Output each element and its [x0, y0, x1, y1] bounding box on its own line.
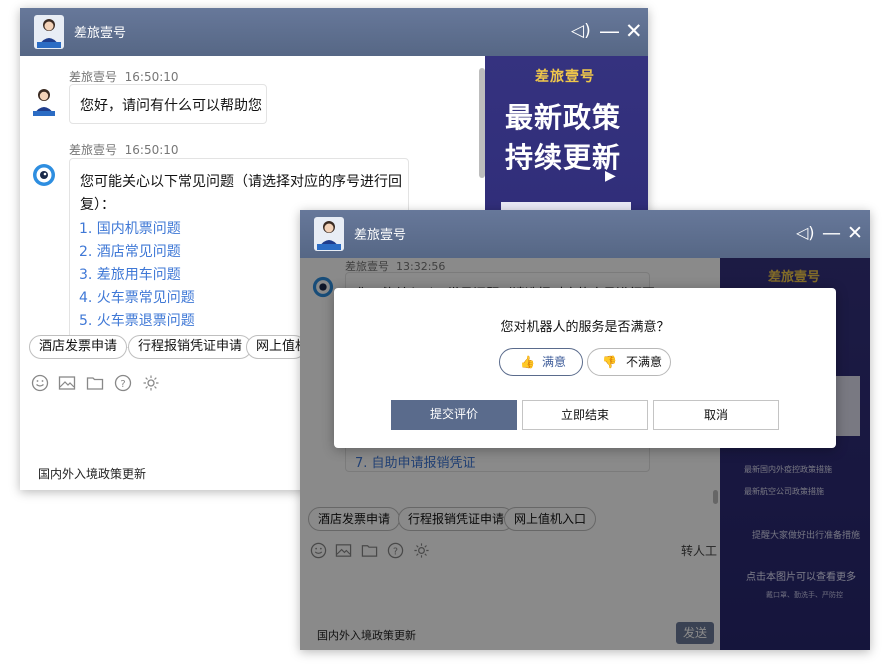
message-bubble: 您好，请问有什么可以帮助您	[69, 84, 267, 124]
satisfied-button[interactable]: 👍 满意	[499, 348, 583, 376]
minimize-button[interactable]: —	[822, 218, 841, 248]
front-chat-window: 差旅壹号 ◁) — ✕ 差旅壹号 13:32:56 您可能关心以下常见问题（请选…	[300, 210, 870, 650]
speaker-icon[interactable]: ◁)	[571, 16, 591, 46]
folder-icon[interactable]	[86, 374, 104, 392]
title-bar: 差旅壹号 ◁) — ✕	[20, 8, 648, 56]
robot-avatar	[32, 163, 56, 191]
thumbs-up-icon: 👍	[520, 355, 535, 369]
message-meta: 差旅壹号 16:50:10	[69, 143, 179, 157]
unsatisfied-button[interactable]: 👎 不满意	[587, 348, 671, 376]
title-bar: 差旅壹号 ◁) — ✕	[300, 210, 870, 258]
window-title: 差旅壹号	[74, 26, 127, 41]
faq-link[interactable]: 4. 火车票常见问题	[79, 287, 195, 307]
quick-reply-chip[interactable]: 行程报销凭证申请	[128, 335, 253, 359]
banner-brand: 差旅壹号	[535, 69, 595, 85]
image-icon[interactable]	[58, 374, 76, 392]
banner-headline-1: 最新政策	[505, 101, 622, 134]
close-button[interactable]: ✕	[847, 218, 863, 248]
help-icon[interactable]: ?	[114, 374, 132, 392]
avatar	[314, 217, 344, 251]
window-title: 差旅壹号	[354, 228, 407, 243]
banner-headline-2: 持续更新	[505, 141, 622, 174]
faq-link[interactable]: 1. 国内机票问题	[79, 218, 181, 238]
speaker-icon[interactable]: ◁)	[796, 218, 815, 248]
quick-reply-chip[interactable]: 酒店发票申请	[29, 335, 128, 359]
svg-text:?: ?	[120, 379, 125, 390]
emoji-icon[interactable]	[31, 374, 49, 392]
footer-text: 国内外入境政策更新	[38, 467, 147, 481]
cancel-button[interactable]: 取消	[653, 400, 779, 430]
submit-rating-button[interactable]: 提交评价	[391, 400, 517, 430]
agent-avatar	[31, 86, 57, 120]
banner-arrow-icon: ▶	[605, 168, 616, 184]
end-now-button[interactable]: 立即结束	[522, 400, 648, 430]
avatar	[34, 15, 64, 49]
quick-reply-chip[interactable]: 网上值机	[246, 335, 306, 359]
dialog-question: 您对机器人的服务是否满意？	[500, 320, 670, 335]
faq-link[interactable]: 5. 火车票退票问题	[79, 310, 195, 330]
close-button[interactable]: ✕	[625, 16, 643, 46]
minimize-button[interactable]: —	[599, 16, 620, 46]
rating-dialog: 您对机器人的服务是否满意？ 👍 满意 👎 不满意 提交评价 立即结束 取消	[334, 288, 836, 448]
settings-icon[interactable]	[142, 374, 160, 392]
message-meta: 差旅壹号 16:50:10	[69, 70, 179, 84]
faq-link[interactable]: 2. 酒店常见问题	[79, 241, 181, 261]
thumbs-down-icon: 👎	[602, 355, 617, 369]
faq-link[interactable]: 3. 差旅用车问题	[79, 264, 181, 284]
